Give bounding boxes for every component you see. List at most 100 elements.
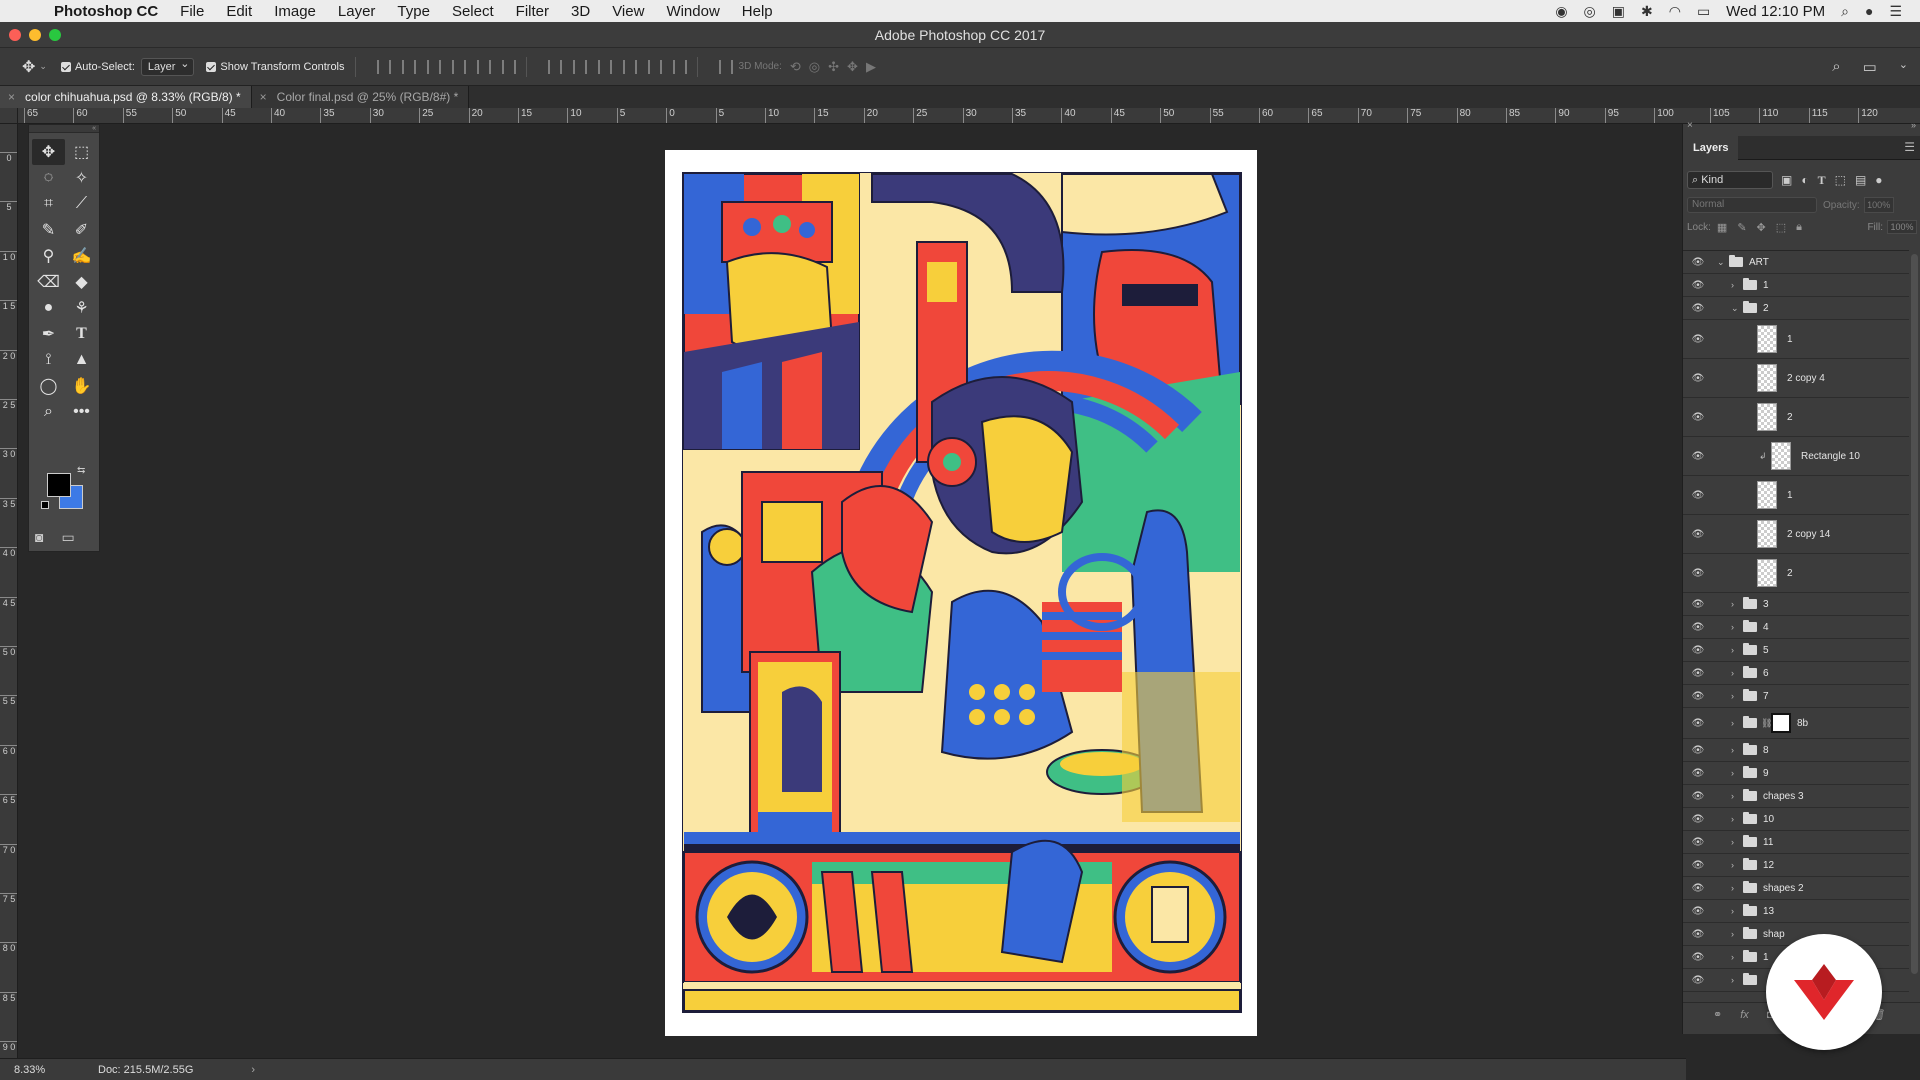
siri-icon[interactable]: ● bbox=[1865, 3, 1873, 19]
document-canvas[interactable] bbox=[665, 150, 1257, 1036]
wifi-icon[interactable]: ◠ bbox=[1669, 3, 1681, 20]
menu-type[interactable]: Type bbox=[397, 3, 430, 20]
notification-center-icon[interactable]: ☰ bbox=[1889, 3, 1902, 20]
visibility-eye-icon[interactable]: 👁︎ bbox=[1691, 645, 1705, 656]
layer-row[interactable]: 👁︎ 2 bbox=[1683, 398, 1909, 437]
screen-mode-icon[interactable]: ▭ bbox=[61, 529, 74, 546]
zoom-tool-icon[interactable]: ⌕ bbox=[32, 399, 65, 425]
chevron-right-icon[interactable]: › bbox=[1731, 691, 1734, 701]
lock-image-icon[interactable]: ✎ bbox=[1737, 221, 1746, 234]
layer-row[interactable]: 👁︎ 1 bbox=[1683, 476, 1909, 515]
chevron-right-icon[interactable]: › bbox=[1731, 883, 1734, 893]
layer-style-icon[interactable]: fx bbox=[1740, 1009, 1749, 1021]
layer-thumbnail[interactable] bbox=[1757, 559, 1777, 587]
layer-group-row[interactable]: 👁︎ › 1 bbox=[1683, 274, 1909, 297]
chevron-right-icon[interactable]: › bbox=[1731, 745, 1734, 755]
filter-smart-object-icon[interactable]: ▤ bbox=[1855, 173, 1866, 188]
link-layers-icon[interactable]: ⚭ bbox=[1713, 1008, 1722, 1021]
visibility-eye-icon[interactable]: 👁︎ bbox=[1691, 334, 1705, 345]
filter-pixel-icon[interactable]: ▣ bbox=[1781, 173, 1792, 188]
vertical-ruler[interactable]: 0 5 1 0 1 5 2 0 2 5 3 0 3 5 4 0 4 5 5 0 5 5 6 0 6 5 7 … bbox=[0, 124, 18, 1058]
chevron-right-icon[interactable]: › bbox=[1731, 837, 1734, 847]
chevron-right-icon[interactable]: › bbox=[1731, 929, 1734, 939]
rectangular-marquee-icon[interactable]: ⬚ bbox=[65, 139, 98, 165]
filter-kind-dropdown[interactable]: ⌕ Kind bbox=[1687, 171, 1773, 189]
menu-filter[interactable]: Filter bbox=[516, 3, 549, 20]
airplay-icon[interactable]: ▭ bbox=[1697, 3, 1710, 20]
visibility-eye-icon[interactable]: 👁︎ bbox=[1691, 860, 1705, 871]
visibility-eye-icon[interactable]: 👁︎ bbox=[1691, 883, 1705, 894]
menu-file[interactable]: File bbox=[180, 3, 204, 20]
align-right-icon[interactable] bbox=[501, 59, 516, 74]
ruler-origin[interactable] bbox=[0, 108, 18, 124]
layer-thumbnail[interactable] bbox=[1771, 442, 1791, 470]
visibility-eye-icon[interactable]: 👁︎ bbox=[1691, 952, 1705, 963]
horizontal-ruler[interactable]: 65 60 55 50 45 40 35 30 25 20 15 10 5 0 5 10 15 20 25 30 35 4… bbox=[18, 108, 1686, 124]
visibility-eye-icon[interactable]: 👁︎ bbox=[1691, 791, 1705, 802]
close-icon[interactable]: × bbox=[1687, 120, 1693, 131]
chevron-right-icon[interactable]: › bbox=[1731, 814, 1734, 824]
visibility-eye-icon[interactable]: 👁︎ bbox=[1691, 599, 1705, 610]
layer-row[interactable]: 👁︎ ↲ Rectangle 10 bbox=[1683, 437, 1909, 476]
3d-orbit-icon[interactable]: ⟲ bbox=[790, 59, 801, 75]
hand-tool-icon[interactable]: ✋ bbox=[65, 373, 98, 399]
display-icon[interactable]: ▣ bbox=[1612, 3, 1625, 20]
layer-group-row[interactable]: 👁︎ › 5 bbox=[1683, 639, 1909, 662]
close-icon[interactable]: × bbox=[260, 90, 267, 104]
visibility-eye-icon[interactable]: 👁︎ bbox=[1691, 280, 1705, 291]
clone-stamp-icon[interactable]: ⚲ bbox=[32, 243, 65, 269]
chevron-right-icon[interactable]: › bbox=[1731, 599, 1734, 609]
ellipse-tool-icon[interactable]: ◯ bbox=[32, 373, 65, 399]
menu-layer[interactable]: Layer bbox=[338, 3, 376, 20]
clock[interactable]: Wed 12:10 PM bbox=[1726, 3, 1825, 20]
visibility-eye-icon[interactable]: 👁︎ bbox=[1691, 373, 1705, 384]
3d-roll-icon[interactable]: ◎ bbox=[809, 59, 820, 75]
layer-thumbnail[interactable] bbox=[1757, 481, 1777, 509]
visibility-eye-icon[interactable]: 👁︎ bbox=[1691, 718, 1705, 729]
3d-pan-icon[interactable]: ✣ bbox=[828, 59, 839, 75]
move-tool-icon[interactable]: ✥ bbox=[32, 139, 65, 165]
opacity-input[interactable]: 100% bbox=[1863, 197, 1894, 213]
layer-group-row[interactable]: 👁︎ › shapes 2 bbox=[1683, 877, 1909, 900]
visibility-eye-icon[interactable]: 👁︎ bbox=[1691, 412, 1705, 423]
lock-transparent-icon[interactable]: ▦ bbox=[1717, 221, 1727, 234]
auto-select-dropdown[interactable]: Layer bbox=[140, 57, 195, 76]
layer-group-row[interactable]: 👁︎ › 10 bbox=[1683, 808, 1909, 831]
layer-row[interactable]: 👁︎ 2 copy 14 bbox=[1683, 515, 1909, 554]
visibility-eye-icon[interactable]: 👁︎ bbox=[1691, 568, 1705, 579]
close-icon[interactable]: × bbox=[8, 90, 15, 104]
eyedropper-icon[interactable]: ⟋ bbox=[65, 191, 98, 217]
chevron-right-icon[interactable]: › bbox=[1731, 718, 1734, 728]
visibility-eye-icon[interactable]: 👁︎ bbox=[1691, 814, 1705, 825]
chevron-right-icon[interactable]: › bbox=[1731, 860, 1734, 870]
layer-thumbnail[interactable] bbox=[1757, 325, 1777, 353]
layer-group-row[interactable]: 👁︎ › chapes 3 bbox=[1683, 785, 1909, 808]
layer-group-row[interactable]: 👁︎ ⌄ ART bbox=[1683, 251, 1909, 274]
lock-all-icon[interactable]: 🔒︎ bbox=[1796, 221, 1802, 234]
layer-group-row[interactable]: 👁︎ › ⛓︎ 8b bbox=[1683, 708, 1909, 739]
more-tools-icon[interactable]: ••• bbox=[65, 399, 98, 425]
chevron-right-icon[interactable]: › bbox=[1731, 622, 1734, 632]
auto-select-checkbox[interactable]: Auto-Select: bbox=[60, 61, 135, 73]
filter-type-icon[interactable]: T bbox=[1818, 173, 1826, 188]
menu-window[interactable]: Window bbox=[666, 3, 719, 20]
visibility-eye-icon[interactable]: 👁︎ bbox=[1691, 929, 1705, 940]
visibility-eye-icon[interactable]: 👁︎ bbox=[1691, 906, 1705, 917]
visibility-eye-icon[interactable]: 👁︎ bbox=[1691, 837, 1705, 848]
filter-shape-icon[interactable]: ⬚ bbox=[1835, 173, 1846, 188]
record-icon[interactable]: ◉ bbox=[1555, 3, 1567, 20]
distribute-vertical-center-icon[interactable] bbox=[572, 59, 587, 74]
document-tab[interactable]: × Color final.psd @ 25% (RGB/8#) * bbox=[251, 86, 470, 108]
pen-tool-icon[interactable]: ✒ bbox=[32, 321, 65, 347]
canvas-area[interactable] bbox=[18, 124, 1686, 1058]
visibility-eye-icon[interactable]: 👁︎ bbox=[1691, 303, 1705, 314]
menu-select[interactable]: Select bbox=[452, 3, 494, 20]
align-bottom-icon[interactable] bbox=[426, 59, 441, 74]
auto-align-icon[interactable] bbox=[718, 59, 733, 74]
lock-position-icon[interactable]: ✥ bbox=[1757, 221, 1766, 234]
chevron-down-icon[interactable]: ⌄ bbox=[1717, 257, 1725, 268]
layer-row[interactable]: 👁︎ 2 copy 4 bbox=[1683, 359, 1909, 398]
chevron-down-icon[interactable]: ⌄ bbox=[1731, 303, 1739, 314]
visibility-eye-icon[interactable]: 👁︎ bbox=[1691, 975, 1705, 986]
zoom-level[interactable]: 8.33% bbox=[0, 1064, 60, 1076]
